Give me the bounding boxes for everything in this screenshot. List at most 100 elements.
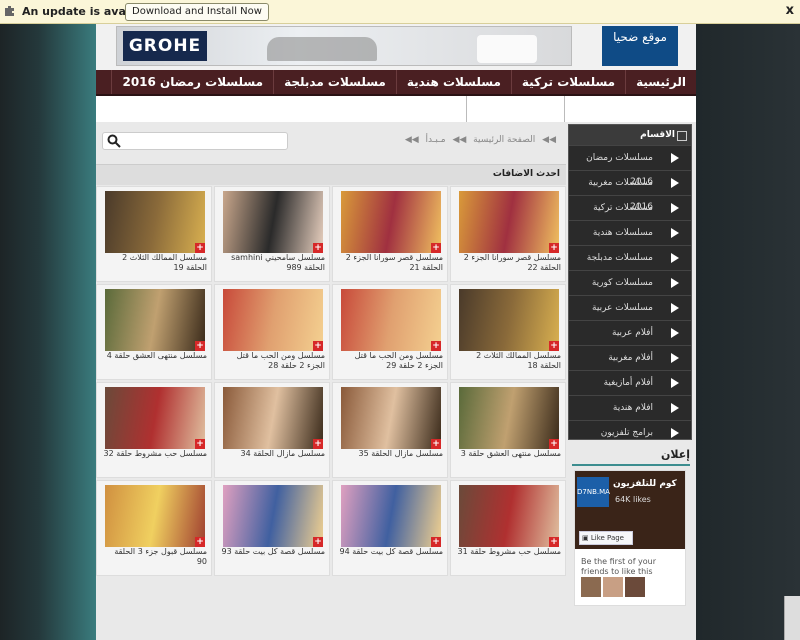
video-caption[interactable]: مسلسل الممالك الثلاث 2 الحلقة 19 — [103, 253, 207, 273]
video-card[interactable]: + مسلسل قبول جزء 3 الحلقة 90 — [96, 480, 212, 576]
video-thumbnail[interactable]: + — [105, 485, 205, 547]
add-icon[interactable]: + — [195, 439, 205, 449]
video-caption[interactable]: مسلسل الممالك الثلاث 2 الحلقة 18 — [457, 351, 561, 371]
add-icon[interactable]: + — [431, 439, 441, 449]
add-icon[interactable]: + — [549, 537, 559, 547]
video-card[interactable]: + مسلسل حب مشروط حلقة 32 — [96, 382, 212, 478]
facebook-page-logo[interactable]: D7NB.MA — [577, 477, 610, 507]
video-caption[interactable]: مسلسل منتهى العشق حلقة 3 — [457, 449, 561, 459]
video-thumbnail[interactable]: + — [459, 191, 559, 253]
search-input[interactable] — [123, 134, 287, 150]
add-icon[interactable]: + — [549, 439, 559, 449]
video-thumbnail[interactable]: + — [105, 387, 205, 449]
video-caption[interactable]: مسلسل قصة كل بيت حلقة 93 — [221, 547, 325, 557]
video-thumbnail[interactable]: + — [105, 191, 205, 253]
video-thumbnail[interactable]: + — [223, 191, 323, 253]
video-thumbnail[interactable]: + — [341, 191, 441, 253]
sidebar-item[interactable]: مسلسلات كورية — [569, 270, 691, 295]
add-icon[interactable]: + — [313, 537, 323, 547]
video-caption[interactable]: مسلسل حب مشروط حلقة 31 — [457, 547, 561, 557]
close-icon[interactable]: x — [786, 3, 794, 18]
sidebar-item[interactable]: أفلام مغربية — [569, 345, 691, 370]
video-card[interactable]: + مسلسل قصة كل بيت حلقة 94 — [332, 480, 448, 576]
sidebar-item[interactable]: مسلسلات تركية — [569, 195, 691, 220]
sidebar-item[interactable]: برامج تلفزيون — [569, 420, 691, 445]
arrow-right-icon — [671, 328, 679, 338]
video-card[interactable]: + مسلسل منتهى العشق حلقة 4 — [96, 284, 212, 380]
add-icon[interactable]: + — [195, 341, 205, 351]
add-icon[interactable]: + — [313, 341, 323, 351]
scrollbar[interactable] — [784, 596, 800, 640]
video-caption[interactable]: مسلسل قصر سورانا الجزء 2 الحلقة 22 — [457, 253, 561, 273]
sidebar-item[interactable]: مسلسلات رمضان 2016 — [569, 145, 691, 187]
video-card[interactable]: + مسلسل ومن الحب ما قتل الجزء 2 حلقة 28 — [214, 284, 330, 380]
add-icon[interactable]: + — [549, 341, 559, 351]
video-thumbnail[interactable]: + — [459, 387, 559, 449]
video-card[interactable]: + مسلسل الممالك الثلاث 2 الحلقة 19 — [96, 186, 212, 282]
video-thumbnail[interactable]: + — [223, 289, 323, 351]
video-thumbnail[interactable]: + — [459, 289, 559, 351]
nav-item-turkish[interactable]: مسلسلات تركية — [510, 70, 625, 94]
facebook-page-name[interactable]: كوم للتلفزيون — [613, 479, 677, 489]
sidebar-item[interactable]: مسلسلات مدبلجة — [569, 245, 691, 270]
site-logo[interactable]: موقع ضحيا — [602, 26, 678, 66]
video-card[interactable]: + مسلسل مازال الحلقة 34 — [214, 382, 330, 478]
video-card[interactable]: + مسلسل حب مشروط حلقة 31 — [450, 480, 566, 576]
friend-avatar[interactable] — [603, 577, 623, 597]
add-icon[interactable]: + — [313, 243, 323, 253]
breadcrumb-home[interactable]: الصفحة الرئيسية — [473, 135, 535, 145]
facebook-like-button[interactable]: ▣ Like Page — [579, 531, 633, 545]
video-thumbnail[interactable]: + — [341, 485, 441, 547]
facebook-cover-image[interactable]: D7NB.MA كوم للتلفزيون 64K likes ▣ Like P… — [575, 471, 685, 549]
video-thumbnail[interactable]: + — [341, 289, 441, 351]
video-card[interactable]: + مسلسل مازال الحلقة 35 — [332, 382, 448, 478]
nav-item-dubbed[interactable]: مسلسلات مدبلجة — [273, 70, 396, 94]
add-icon[interactable]: + — [549, 243, 559, 253]
sidebar-item[interactable]: مسلسلات عربية — [569, 295, 691, 320]
sidebar-item[interactable]: مسلسلات هندية — [569, 220, 691, 245]
grohe-ad-banner[interactable]: GROHE — [116, 26, 572, 66]
video-caption[interactable]: مسلسل ومن الحب ما قتل الجزء 2 حلقة 28 — [221, 351, 325, 371]
video-card[interactable]: + مسلسل قصر سورانا الجزء 2 الحلقة 21 — [332, 186, 448, 282]
friend-avatar[interactable] — [581, 577, 601, 597]
video-card[interactable]: + مسلسل الممالك الثلاث 2 الحلقة 18 — [450, 284, 566, 380]
add-icon[interactable]: + — [195, 243, 205, 253]
video-caption[interactable]: مسلسل قبول جزء 3 الحلقة 90 — [103, 547, 207, 567]
add-icon[interactable]: + — [431, 537, 441, 547]
sidebar-title-text: الاقسام — [640, 130, 675, 140]
video-caption[interactable]: مسلسل حب مشروط حلقة 32 — [103, 449, 207, 459]
add-icon[interactable]: + — [431, 243, 441, 253]
sidebar-item[interactable]: أفلام عربية — [569, 320, 691, 345]
video-thumbnail[interactable]: + — [223, 387, 323, 449]
video-card[interactable]: + مسلسل ومن الحب ما قتل الجزء 2 حلقة 29 — [332, 284, 448, 380]
video-card[interactable]: + مسلسل قصة كل بيت حلقة 93 — [214, 480, 330, 576]
nav-item-indian[interactable]: مسلسلات هندية — [395, 70, 511, 94]
sidebar-item[interactable]: افلام هندية — [569, 395, 691, 420]
video-card[interactable]: + مسلسل منتهى العشق حلقة 3 — [450, 382, 566, 478]
sidebar-item[interactable]: أفلام أمازيغية — [569, 370, 691, 395]
video-caption[interactable]: مسلسل مازال الحلقة 34 — [221, 449, 325, 459]
video-caption[interactable]: مسلسل ومن الحب ما قتل الجزء 2 حلقة 29 — [339, 351, 443, 371]
video-thumbnail[interactable]: + — [341, 387, 441, 449]
breadcrumb-separator-icon: ◀◀ — [404, 135, 419, 145]
video-card[interactable]: + مسلسل سامحيني samhini الحلقة 989 — [214, 186, 330, 282]
video-caption[interactable]: مسلسل سامحيني samhini الحلقة 989 — [221, 253, 325, 273]
search-box — [102, 132, 288, 150]
search-icon[interactable] — [107, 134, 121, 148]
video-caption[interactable]: مسلسل مازال الحلقة 35 — [339, 449, 443, 459]
friend-avatar[interactable] — [625, 577, 645, 597]
add-icon[interactable]: + — [313, 439, 323, 449]
add-icon[interactable]: + — [431, 341, 441, 351]
nav-item-home[interactable]: الرئيسية — [625, 70, 696, 94]
video-caption[interactable]: مسلسل قصة كل بيت حلقة 94 — [339, 547, 443, 557]
video-thumbnail[interactable]: + — [105, 289, 205, 351]
video-thumbnail[interactable]: + — [459, 485, 559, 547]
video-card[interactable]: + مسلسل قصر سورانا الجزء 2 الحلقة 22 — [450, 186, 566, 282]
video-thumbnail[interactable]: + — [223, 485, 323, 547]
download-install-button[interactable]: Download and Install Now — [125, 3, 269, 21]
sidebar-item[interactable]: مسلسلات مغربية 2016 — [569, 170, 691, 212]
video-caption[interactable]: مسلسل منتهى العشق حلقة 4 — [103, 351, 207, 361]
video-caption[interactable]: مسلسل قصر سورانا الجزء 2 الحلقة 21 — [339, 253, 443, 273]
nav-item-ramadan[interactable]: مسلسلات رمضان 2016 — [111, 70, 273, 94]
add-icon[interactable]: + — [195, 537, 205, 547]
